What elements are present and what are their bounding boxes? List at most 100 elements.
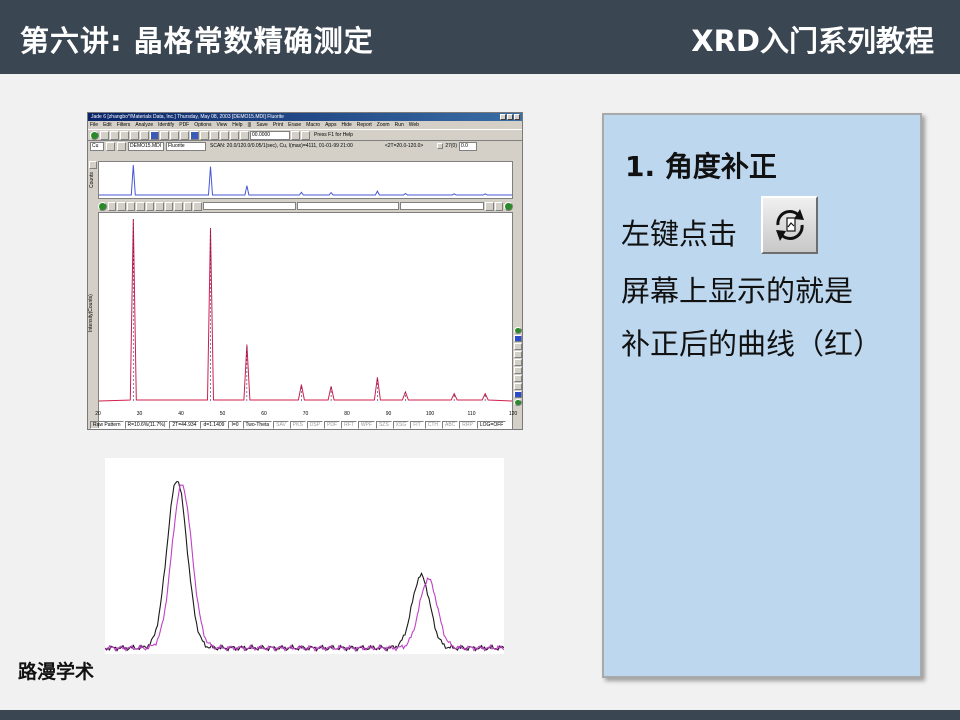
menu-item[interactable]: PDF — [179, 121, 189, 129]
file-combo[interactable]: DEMO15.MDI — [128, 141, 164, 151]
y-axis-label: Intensity(Counts) — [88, 294, 94, 332]
window-controls — [500, 114, 520, 120]
plot-combo-c[interactable] — [400, 202, 485, 210]
r5-icon[interactable] — [514, 359, 522, 366]
tool-icon[interactable] — [301, 130, 310, 140]
r1-icon[interactable] — [514, 327, 522, 334]
status-mode-pdf[interactable]: PDF — [324, 421, 341, 429]
status-r: R=10.6%(11.7%) — [124, 421, 169, 429]
zoom-icon[interactable] — [160, 130, 169, 140]
arrow-left-icon[interactable] — [190, 130, 199, 140]
r6-icon[interactable] — [514, 367, 522, 374]
arrows-icon[interactable] — [110, 130, 119, 140]
value-combo[interactable]: 00.0000 — [250, 130, 290, 140]
combo-arrow-icon[interactable] — [106, 141, 115, 151]
bg-icon[interactable] — [200, 130, 209, 140]
x-tick-label: 80 — [344, 411, 350, 417]
menu-item[interactable]: Save — [256, 121, 267, 129]
status-mode-sav[interactable]: SAV — [273, 421, 289, 429]
filter-icon[interactable] — [220, 130, 229, 140]
combo-dropdown-icon[interactable] — [291, 130, 300, 140]
plot-combo-a[interactable] — [202, 202, 296, 210]
peak-icon[interactable] — [170, 130, 179, 140]
plot-combo-b[interactable] — [296, 202, 400, 210]
sample-field[interactable]: Fluorite — [166, 141, 206, 151]
help-hint: Press F1 for Help — [314, 132, 353, 138]
analysis-icon[interactable] — [230, 130, 239, 140]
menu-item[interactable]: Report — [357, 121, 372, 129]
menu-item[interactable]: Print — [273, 121, 283, 129]
close-button[interactable] — [514, 114, 520, 120]
r10-icon[interactable] — [514, 399, 522, 406]
menu-item[interactable]: Macro — [306, 121, 320, 129]
menu-item[interactable]: ||| — [248, 121, 252, 129]
menu-item[interactable]: View — [216, 121, 227, 129]
open-icon[interactable] — [100, 130, 109, 140]
menu-item[interactable]: File — [90, 121, 98, 129]
restore-button[interactable] — [507, 114, 513, 120]
t2-icon[interactable] — [117, 201, 126, 211]
t10-icon[interactable] — [193, 201, 202, 211]
status-axis[interactable]: Two-Theta — [242, 421, 273, 429]
refresh-correct-icon[interactable] — [761, 196, 818, 254]
t1-icon[interactable] — [107, 201, 117, 211]
r7-icon[interactable] — [514, 375, 522, 382]
x-tick-label: 60 — [261, 411, 267, 417]
menu-item[interactable]: Analyze — [135, 121, 153, 129]
menu-item[interactable]: Zoom — [377, 121, 390, 129]
overview-line — [99, 164, 512, 196]
t6-icon[interactable] — [155, 201, 164, 211]
overview-svg — [99, 164, 512, 196]
r4-icon[interactable] — [514, 351, 522, 358]
menu-item[interactable]: Apps — [325, 121, 336, 129]
range-field[interactable]: 0.0 — [459, 141, 478, 151]
status-mode-abc[interactable]: ABC — [442, 421, 459, 429]
pattern-icon[interactable] — [240, 130, 249, 140]
t9-icon[interactable] — [183, 201, 193, 211]
overview-plot — [98, 161, 513, 199]
status-mode-xsg[interactable]: XSG — [392, 421, 410, 429]
fit-icon[interactable] — [180, 130, 189, 140]
copy-icon[interactable] — [140, 130, 149, 140]
menu-item[interactable]: Web — [409, 121, 419, 129]
menu-item[interactable]: Filters — [117, 121, 131, 129]
save-icon[interactable] — [120, 130, 129, 140]
menu-item[interactable]: Help — [232, 121, 242, 129]
print-icon[interactable] — [130, 130, 139, 140]
menu-item[interactable]: Hide — [341, 121, 351, 129]
minimize-button[interactable] — [500, 114, 506, 120]
t12-icon[interactable] — [494, 201, 504, 211]
t4-icon[interactable] — [136, 201, 145, 211]
t8-icon[interactable] — [174, 201, 183, 211]
status-mode-dsp[interactable]: DSP — [306, 421, 324, 429]
refresh-icon[interactable] — [150, 130, 159, 140]
status-mode-wpf[interactable]: WPF — [357, 421, 375, 429]
menu-item[interactable]: Run — [395, 121, 404, 129]
t7-icon[interactable] — [164, 201, 174, 211]
r9-icon[interactable] — [514, 391, 522, 398]
status-mode-rrp[interactable]: RRP — [459, 421, 476, 429]
menu-item[interactable]: Edit — [103, 121, 112, 129]
smooth-icon[interactable] — [210, 130, 219, 140]
range-checkbox[interactable] — [437, 143, 444, 149]
r8-icon[interactable] — [514, 383, 522, 390]
help-small-icon[interactable] — [98, 201, 107, 211]
t3-icon[interactable] — [126, 201, 136, 211]
r2-icon[interactable] — [514, 335, 522, 342]
t13-icon[interactable] — [504, 201, 513, 211]
status-mode-fit[interactable]: FIT — [410, 421, 424, 429]
r3-icon[interactable] — [514, 343, 522, 350]
status-mode-pks[interactable]: PKS — [289, 421, 306, 429]
tool-a-icon[interactable] — [117, 141, 126, 151]
t5-icon[interactable] — [145, 201, 155, 211]
status-mode-szs[interactable]: SZS — [375, 421, 392, 429]
menu-item[interactable]: Options — [194, 121, 211, 129]
x-axis-ticks: 20 30 40 50 60 70 80 90 100 110 120 — [95, 411, 517, 419]
t11-icon[interactable] — [485, 201, 494, 211]
menu-item[interactable]: Identify — [158, 121, 174, 129]
status-mode-cth[interactable]: CTH — [424, 421, 442, 429]
menu-item[interactable]: Erase — [288, 121, 301, 129]
element-combo[interactable]: Cu — [90, 141, 104, 151]
help-icon[interactable] — [90, 130, 99, 140]
status-mode-rft[interactable]: RFT — [341, 421, 357, 429]
